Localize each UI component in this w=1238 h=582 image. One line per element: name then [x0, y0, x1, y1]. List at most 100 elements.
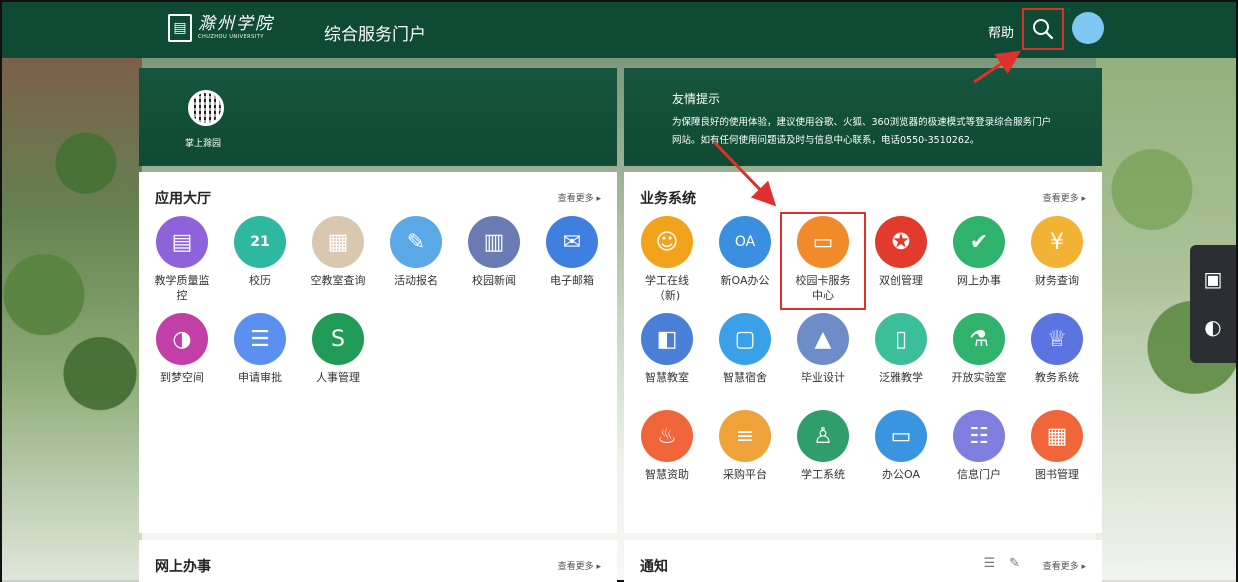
apps-item[interactable]: ▤ 教学质量监控 — [149, 216, 215, 303]
signup-icon: ✎ — [390, 216, 442, 268]
flask-icon: ⚗ — [953, 313, 1005, 365]
biz-item[interactable]: ☺ 学工在线（新) — [634, 216, 700, 303]
biz-item[interactable]: ▦ 图书管理 — [1024, 410, 1090, 482]
clipboard-icon: ≡ — [719, 410, 771, 462]
side-toolbar: ▣ ◐ — [1190, 245, 1236, 363]
biz-item[interactable]: ≡ 采购平台 — [712, 410, 778, 482]
logo-cn: 滁州学院 — [198, 14, 274, 34]
edit-icon[interactable]: ✎ — [1009, 556, 1020, 571]
apps-item-label: 电子邮箱 — [550, 274, 594, 287]
online-more-link[interactable]: 查看更多 — [558, 559, 601, 572]
library-icon: ▦ — [1031, 410, 1083, 462]
apps-item-label: 教学质量监控 — [154, 274, 210, 302]
biz-item[interactable]: ✪ 双创管理 — [868, 216, 934, 288]
search-button[interactable] — [1022, 8, 1064, 50]
apps-item[interactable]: S 人事管理 — [305, 313, 371, 385]
aid-icon: ♨ — [641, 410, 693, 462]
apps-more-link[interactable]: 查看更多 — [558, 191, 601, 204]
biz-more-link[interactable]: 查看更多 — [1043, 191, 1086, 204]
apps-item-label: 活动报名 — [394, 274, 438, 287]
online-panel-title: 网上办事 — [155, 559, 211, 575]
biz-item-label: 办公OA — [882, 468, 920, 481]
apps-item[interactable]: ◑ 到梦空间 — [149, 313, 215, 385]
biz-item[interactable]: ▢ 智慧宿舍 — [712, 313, 778, 385]
biz-item-label: 智慧宿舍 — [723, 371, 767, 384]
finance-icon: ¥ — [1031, 216, 1083, 268]
apps-item[interactable]: 21 校历 — [227, 216, 293, 288]
biz-item-label: 教务系统 — [1035, 371, 1079, 384]
check-icon: ✔ — [953, 216, 1005, 268]
portal-title: 综合服务门户 — [324, 25, 426, 45]
book-icon: ▯ — [875, 313, 927, 365]
apps-item-label: 人事管理 — [316, 371, 360, 384]
biz-item-label: 采购平台 — [723, 468, 767, 481]
notice-banner: 友情提示 为保障良好的使用体验，建议使用谷歌、火狐、360浏览器的极速模式等登录… — [624, 68, 1102, 166]
apps-item[interactable]: ▥ 校园新闻 — [461, 216, 527, 288]
biz-item-label: 学工系统 — [801, 468, 845, 481]
notice-text: 为保障良好的使用体验，建议使用谷歌、火狐、360浏览器的极速模式等登录综合服务门… — [672, 117, 1052, 146]
biz-item[interactable]: ▲ 毕业设计 — [790, 313, 856, 385]
dorm-icon: ▢ — [719, 313, 771, 365]
help-link[interactable]: 帮助 — [988, 22, 1014, 41]
desktop-icon: ▭ — [875, 410, 927, 462]
apps-item[interactable]: ☰ 申请审批 — [227, 313, 293, 385]
university-logo[interactable]: ▤ 滁州学院 CHUZHOU UNIVERSITY — [168, 14, 274, 42]
graduate-icon: ☺ — [641, 216, 693, 268]
biz-panel-title: 业务系统 — [640, 191, 696, 207]
biz-item[interactable]: ◧ 智慧教室 — [634, 313, 700, 385]
oa-icon: OA — [719, 216, 771, 268]
biz-panel: 业务系统 查看更多 ☺学工在线（新)OA新OA办公▭校园卡服务中心✪双创管理✔网… — [624, 172, 1102, 533]
biz-item-label: 泛雅教学 — [879, 371, 923, 384]
approve-icon: ☰ — [234, 313, 286, 365]
online-panel: 网上办事 查看更多 — [139, 540, 617, 582]
door-icon: ◧ — [641, 313, 693, 365]
qr-code-icon[interactable] — [188, 90, 224, 126]
list-icon[interactable]: ☰ — [983, 556, 995, 571]
info-icon: ☷ — [953, 410, 1005, 462]
apps-item-label: 校园新闻 — [472, 274, 516, 287]
apps-item[interactable]: ✉ 电子邮箱 — [539, 216, 605, 288]
biz-item[interactable]: OA 新OA办公 — [712, 216, 778, 288]
biz-item-label: 开放实验室 — [951, 371, 1007, 384]
dream-icon: ◑ — [156, 313, 208, 365]
notice-more-link[interactable]: 查看更多 — [1043, 559, 1086, 572]
student-icon: ♙ — [797, 410, 849, 462]
theme-icon[interactable]: ◐ — [1199, 313, 1227, 341]
apps-item-label: 校历 — [249, 274, 271, 287]
biz-item[interactable]: ▭ 办公OA — [868, 410, 934, 482]
notice-panel-title: 通知 — [640, 559, 668, 575]
biz-item-label: 双创管理 — [879, 274, 923, 287]
biz-item-label: 网上办事 — [957, 274, 1001, 287]
apps-item[interactable]: ▦ 空教室查询 — [305, 216, 371, 288]
biz-item[interactable]: ♙ 学工系统 — [790, 410, 856, 482]
biz-item-label: 毕业设计 — [801, 371, 845, 384]
notice-title: 友情提示 — [672, 92, 721, 106]
biz-item-label: 图书管理 — [1035, 468, 1079, 481]
logo-en: CHUZHOU UNIVERSITY — [198, 34, 264, 40]
layout-icon[interactable]: ▣ — [1199, 265, 1227, 293]
apps-item-label: 到梦空间 — [160, 371, 204, 384]
biz-item-label: 信息门户 — [957, 468, 1001, 481]
biz-item[interactable]: ¥ 财务查询 — [1024, 216, 1090, 288]
apps-item[interactable]: ✎ 活动报名 — [383, 216, 449, 288]
biz-item[interactable]: ⚗ 开放实验室 — [946, 313, 1012, 385]
mail-icon: ✉ — [546, 216, 598, 268]
biz-item-label: 财务查询 — [1035, 274, 1079, 287]
biz-item-label: 智慧资助 — [645, 468, 689, 481]
biz-item-label: 新OA办公 — [720, 274, 770, 287]
biz-item[interactable]: ▯ 泛雅教学 — [868, 313, 934, 385]
biz-item[interactable]: ✔ 网上办事 — [946, 216, 1012, 288]
cap-icon: ▲ — [797, 313, 849, 365]
biz-item[interactable]: ♨ 智慧资助 — [634, 410, 700, 482]
user-avatar[interactable] — [1072, 12, 1104, 44]
notice-panel: 通知 ☰ ✎ 查看更多 — [624, 540, 1102, 582]
hat-icon: ♕ — [1031, 313, 1083, 365]
qr-label: 掌上滁园 — [185, 139, 222, 149]
apps-item-label: 申请审批 — [238, 371, 282, 384]
biz-item[interactable]: ☷ 信息门户 — [946, 410, 1012, 482]
biz-item[interactable]: ♕ 教务系统 — [1024, 313, 1090, 385]
monitor-icon: ▤ — [156, 216, 208, 268]
background-left — [2, 58, 142, 582]
biz-item-label: 学工在线（新) — [645, 274, 689, 302]
top-bar: ▤ 滁州学院 CHUZHOU UNIVERSITY 综合服务门户 帮助 — [2, 2, 1236, 58]
